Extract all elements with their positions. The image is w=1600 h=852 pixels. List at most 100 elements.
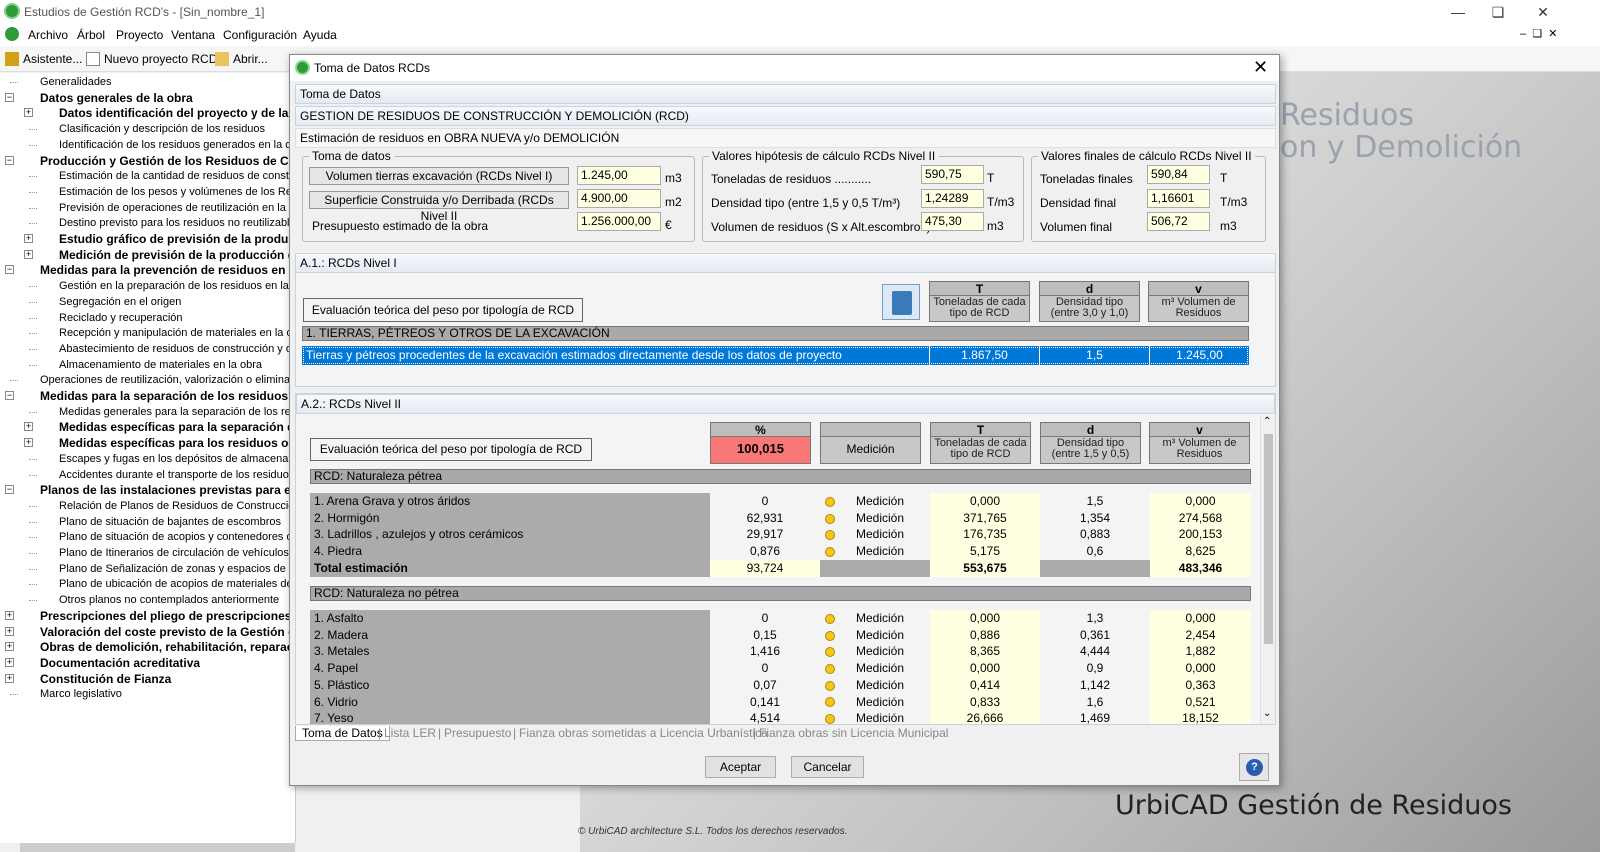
- tree-node[interactable]: Valoración del coste previsto de la Gest…: [40, 624, 295, 640]
- mdi-window-buttons[interactable]: – ❏ ✕: [1520, 27, 1557, 40]
- tree-node[interactable]: Identificación de los residuos generados…: [59, 137, 295, 153]
- dialog-close-icon[interactable]: ✕: [1253, 57, 1268, 78]
- expand-icon[interactable]: +: [5, 610, 14, 620]
- tree-node[interactable]: Medidas específicas para los residuos oc: [59, 435, 295, 451]
- expand-icon[interactable]: +: [24, 422, 33, 432]
- menu-2[interactable]: Proyecto: [116, 28, 163, 42]
- tab-0[interactable]: Toma de Datos: [295, 726, 390, 741]
- tree-node[interactable]: Plano de situación de acopios y contened…: [59, 529, 295, 545]
- expand-icon[interactable]: +: [24, 249, 33, 259]
- expand-icon[interactable]: +: [24, 108, 33, 118]
- tree-node[interactable]: Otros planos no contemplados anteriormen…: [59, 592, 279, 608]
- status-dot-icon[interactable]: [825, 680, 835, 691]
- cell-m[interactable]: Medición: [840, 676, 920, 694]
- cell-m[interactable]: Medición: [840, 526, 920, 544]
- tree-node[interactable]: Estimación de los pesos y volúmenes de l…: [59, 184, 295, 200]
- app-menu-icon[interactable]: [5, 27, 19, 41]
- table-row[interactable]: 1. Arena Grava y otros áridos 0 Medición 0,…: [310, 493, 1251, 510]
- status-dot-icon[interactable]: [825, 647, 835, 658]
- tree-node[interactable]: Recepción y manipulación de materiales e…: [59, 325, 295, 341]
- close-icon[interactable]: ✕: [1520, 2, 1566, 22]
- tree-node[interactable]: Plano de Señalización de zonas y espacio…: [59, 561, 295, 577]
- menu-0[interactable]: Archivo: [28, 28, 68, 42]
- table-row[interactable]: 5. Plástico 0,07 Medición 0,414 1,142 0,363: [310, 676, 1251, 694]
- cell-m[interactable]: Medición: [840, 660, 920, 678]
- scrollbar-thumb[interactable]: [1264, 434, 1273, 644]
- calculator-icon[interactable]: [882, 284, 920, 320]
- cell-m[interactable]: Medición: [840, 493, 920, 510]
- tab-3[interactable]: Fianza obras sometidas a Licencia Urbaní…: [519, 726, 768, 740]
- cell-m[interactable]: Medición: [840, 643, 920, 661]
- hip-toneladas-input[interactable]: 590,75: [921, 165, 984, 184]
- status-dot-icon[interactable]: [825, 496, 835, 507]
- hip-densidad-input[interactable]: 1,24289: [921, 189, 984, 208]
- cell-m[interactable]: Medición: [840, 610, 920, 627]
- a2-eval-button[interactable]: Evaluación teórica del peso por tipologí…: [310, 438, 592, 461]
- a1-eval-button[interactable]: Evaluación teórica del peso por tipologí…: [303, 298, 583, 322]
- tree-node[interactable]: Clasificación y descripción de los resid…: [59, 121, 265, 137]
- menu-1[interactable]: Árbol: [77, 28, 105, 42]
- table-row[interactable]: 6. Vidrio 0,141 Medición 0,833 1,6 0,521: [310, 693, 1251, 711]
- scroll-up-icon[interactable]: ⌃: [1263, 416, 1271, 427]
- tree-node[interactable]: Prescripciones del pliego de prescripcio…: [40, 608, 295, 624]
- tree-node[interactable]: Generalidades: [40, 74, 112, 90]
- tree-node[interactable]: Plano de Itinerarios de circulación de v…: [59, 545, 295, 561]
- status-dot-icon[interactable]: [825, 613, 835, 624]
- table-row[interactable]: 3. Metales 1,416 Medición 8,365 4,444 1,882: [310, 643, 1251, 661]
- tree-node[interactable]: Gestión en la preparación de los residuo…: [59, 278, 295, 294]
- tree-node[interactable]: Medidas para la prevención de residuos e…: [40, 262, 292, 278]
- cell-m[interactable]: Medición: [840, 710, 920, 724]
- fin-volumen-input[interactable]: 506,72: [1147, 212, 1210, 231]
- expand-icon[interactable]: +: [24, 438, 33, 448]
- tab-4[interactable]: Fianza obras sin Licencia Municipal: [759, 726, 948, 740]
- presupuesto-input[interactable]: 1.256.000,00: [577, 212, 661, 231]
- new-project-button[interactable]: Nuevo proyecto RCD: [86, 52, 217, 66]
- fin-toneladas-input[interactable]: 590,84: [1147, 165, 1210, 184]
- table-row[interactable]: 4. Piedra 0,876 Medición 5,175 0,6 8,625: [310, 543, 1251, 561]
- tree-node[interactable]: Datos identificación del proyecto y de l…: [59, 105, 288, 121]
- table-row[interactable]: 2. Madera 0,15 Medición 0,886 0,361 2,454: [310, 626, 1251, 644]
- tree-node[interactable]: Plano de ubicación de acopios de materia…: [59, 576, 295, 592]
- table-row[interactable]: 7. Yeso 4,514 Medición 26,666 1,469 18,152: [310, 710, 1251, 724]
- cell-m[interactable]: Medición: [840, 543, 920, 561]
- menu-3[interactable]: Ventana: [171, 28, 215, 42]
- tree-node[interactable]: Abastecimiento de residuos de construcci…: [59, 341, 295, 357]
- cell-m[interactable]: Medición: [840, 693, 920, 711]
- status-dot-icon[interactable]: [825, 530, 835, 541]
- collapse-icon[interactable]: −: [5, 265, 14, 275]
- cell-m[interactable]: Medición: [840, 509, 920, 527]
- tree-node[interactable]: Producción y Gestión de los Residuos de …: [40, 153, 295, 169]
- status-dot-icon[interactable]: [825, 714, 835, 724]
- tab-2[interactable]: Presupuesto: [444, 726, 511, 740]
- tree-node[interactable]: Destino previsto para los residuos no re…: [59, 215, 295, 231]
- tree-node[interactable]: Medidas para la separación de los residu…: [40, 388, 295, 404]
- tree-node[interactable]: Medidas generales para la separación de …: [59, 404, 295, 420]
- vol-tierras-input[interactable]: 1.245,00: [577, 166, 661, 185]
- status-dot-icon[interactable]: [825, 513, 835, 524]
- scroll-down-icon[interactable]: ⌄: [1263, 708, 1271, 719]
- collapse-icon[interactable]: −: [5, 155, 14, 165]
- fin-densidad-input[interactable]: 1,16601: [1147, 189, 1210, 208]
- tree-node[interactable]: Operaciones de reutilización, valorizaci…: [40, 372, 295, 388]
- tab-1[interactable]: Lista LER: [384, 726, 436, 740]
- table-row[interactable]: 2. Hormigón 62,931 Medición 371,765 1,354 274…: [310, 509, 1251, 527]
- collapse-icon[interactable]: −: [5, 391, 14, 400]
- tree-node[interactable]: Estimación de la cantidad de residuos de…: [59, 168, 295, 184]
- tree-horizontal-scrollbar[interactable]: [0, 843, 580, 852]
- hip-volumen-input[interactable]: 475,30: [921, 212, 984, 231]
- tree-node[interactable]: Reciclado y recuperación: [59, 310, 183, 326]
- tree-node[interactable]: Planos de las instalaciones previstas pa…: [40, 482, 294, 498]
- a2-vertical-scrollbar[interactable]: ⌃ ⌄: [1260, 416, 1275, 724]
- tree-node[interactable]: Medición de previsión de la producción d: [59, 247, 295, 263]
- menu-4[interactable]: Configuración: [223, 28, 297, 42]
- expand-icon[interactable]: +: [24, 234, 33, 243]
- table-row[interactable]: 1. Asfalto 0 Medición 0,000 1,3 0,000: [310, 610, 1251, 627]
- expand-icon[interactable]: +: [5, 642, 14, 652]
- project-tree[interactable]: Generalidades − Datos generales de la obra…: [0, 73, 296, 843]
- scrollbar-thumb[interactable]: [20, 843, 295, 852]
- status-dot-icon[interactable]: [825, 630, 835, 641]
- tree-node[interactable]: Almacenamiento de materiales en la obra: [59, 357, 262, 373]
- table-row[interactable]: 3. Ladrillos , azulejos y otros cerámico…: [310, 526, 1251, 544]
- expand-icon[interactable]: +: [5, 657, 14, 667]
- tree-node[interactable]: Obras de demolición, rehabilitación, rep…: [40, 639, 295, 655]
